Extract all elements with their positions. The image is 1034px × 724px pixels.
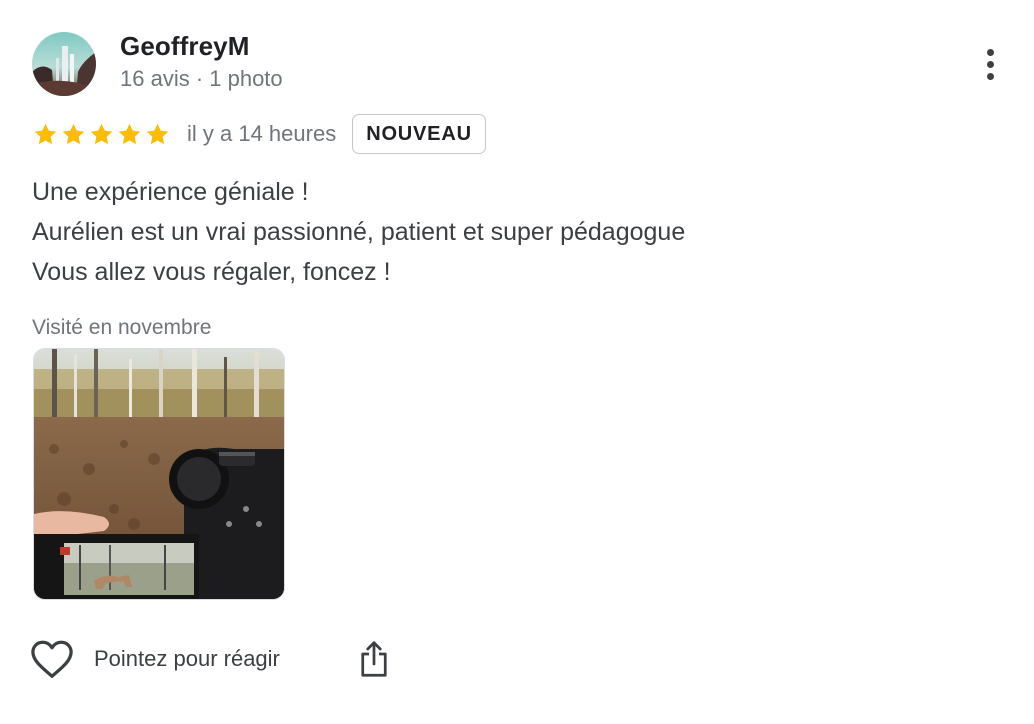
heart-icon <box>31 640 73 678</box>
star-icon <box>118 123 141 144</box>
review-text: Une expérience géniale ! Aurélien est un… <box>32 172 685 292</box>
review-text-line: Une expérience géniale ! <box>32 178 309 206</box>
review-time: il y a 14 heures <box>187 121 337 146</box>
react-label: Pointez pour réagir <box>94 646 280 671</box>
review-photo-image <box>34 349 284 599</box>
review-actions: Pointez pour réagir <box>30 636 280 682</box>
rating-row: il y a 14 heures NOUVEAU <box>32 112 486 156</box>
review-card: GeoffreyM 16 avis · 1 photo il y a 14 he… <box>0 0 1034 724</box>
review-photo[interactable] <box>33 348 285 600</box>
more-vert-icon <box>986 48 994 56</box>
review-text-line: Aurélien est un vrai passionné, patient … <box>32 218 686 246</box>
share-icon <box>361 641 387 677</box>
visited-date: Visité en novembre <box>32 316 212 339</box>
author-meta[interactable]: 16 avis · 1 photo <box>120 66 283 92</box>
star-icon <box>146 123 169 144</box>
star-rating <box>32 121 171 148</box>
avatar-image <box>32 32 96 96</box>
star-icon <box>62 123 85 144</box>
new-badge: NOUVEAU <box>352 114 486 154</box>
more-options-button[interactable] <box>972 42 1008 86</box>
author-name[interactable]: GeoffreyM <box>120 31 249 62</box>
avatar[interactable] <box>32 32 96 96</box>
react-button[interactable]: Pointez pour réagir <box>30 639 280 679</box>
share-button[interactable] <box>356 636 392 682</box>
star-icon <box>90 123 113 144</box>
star-icon <box>34 123 57 144</box>
review-text-line: Vous allez vous régaler, foncez ! <box>32 258 391 286</box>
